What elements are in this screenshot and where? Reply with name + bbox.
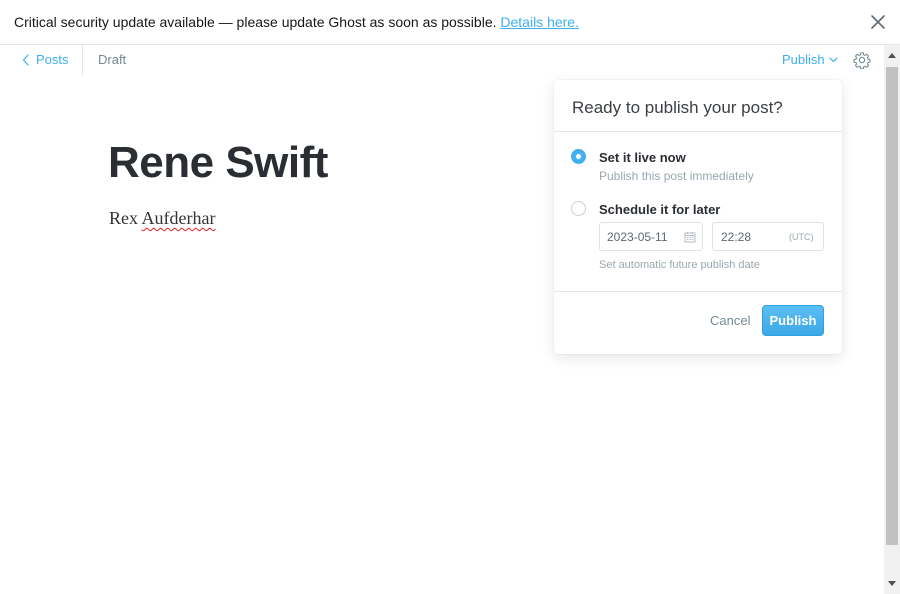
schedule-hint: Set automatic future publish date <box>599 259 760 271</box>
post-status: Draft <box>98 52 127 67</box>
publish-trigger-label: Publish <box>782 52 825 67</box>
timezone-label: (UTC) <box>789 232 814 242</box>
scrollbar-thumb[interactable] <box>886 67 898 545</box>
security-banner: Critical security update available — ple… <box>0 0 900 45</box>
schedule-label[interactable]: Schedule it for later <box>599 202 720 217</box>
cancel-button[interactable]: Cancel <box>710 313 750 328</box>
publish-menu-title: Ready to publish your post? <box>572 98 783 117</box>
schedule-date-value: 2023-05-11 <box>607 230 668 244</box>
banner-message: Critical security update available — ple… <box>14 14 497 30</box>
publish-menu: Ready to publish your post? Set it live … <box>554 80 842 354</box>
schedule-time-value: 22:28 <box>721 230 752 244</box>
back-to-posts-link[interactable]: Posts <box>22 52 69 67</box>
publish-button[interactable]: Publish <box>762 305 824 336</box>
publish-menu-trigger[interactable]: Publish <box>782 52 838 67</box>
chevron-down-icon <box>829 56 838 62</box>
vertical-scrollbar[interactable] <box>884 45 900 594</box>
post-body-misspelled-word: Aufderhar <box>141 208 216 228</box>
schedule-radio[interactable] <box>571 201 586 216</box>
scroll-up-arrow-icon[interactable] <box>884 49 900 61</box>
banner-message-line: Critical security update available — ple… <box>14 14 579 30</box>
post-title[interactable]: Rene Swift <box>108 138 328 188</box>
calendar-icon <box>684 232 696 243</box>
publish-now-radio[interactable] <box>571 149 586 164</box>
publish-now-description: Publish this post immediately <box>599 169 754 183</box>
publish-now-label[interactable]: Set it live now <box>599 150 686 165</box>
back-link-label: Posts <box>36 52 69 67</box>
schedule-time-input[interactable]: 22:28 (UTC) <box>712 222 824 251</box>
editor-header: Posts Draft Publish <box>0 45 884 75</box>
menu-footer-divider <box>554 291 842 292</box>
close-icon[interactable] <box>868 12 888 32</box>
header-divider <box>82 45 83 75</box>
banner-details-link[interactable]: Details here. <box>500 14 579 30</box>
post-body[interactable]: Rex Aufderhar <box>109 208 215 229</box>
post-body-word: Rex <box>109 208 138 228</box>
chevron-left-icon <box>22 53 29 66</box>
scroll-down-arrow-icon[interactable] <box>884 578 900 590</box>
schedule-date-input[interactable]: 2023-05-11 <box>599 222 703 251</box>
menu-divider <box>554 131 842 132</box>
gear-icon[interactable] <box>853 51 871 69</box>
